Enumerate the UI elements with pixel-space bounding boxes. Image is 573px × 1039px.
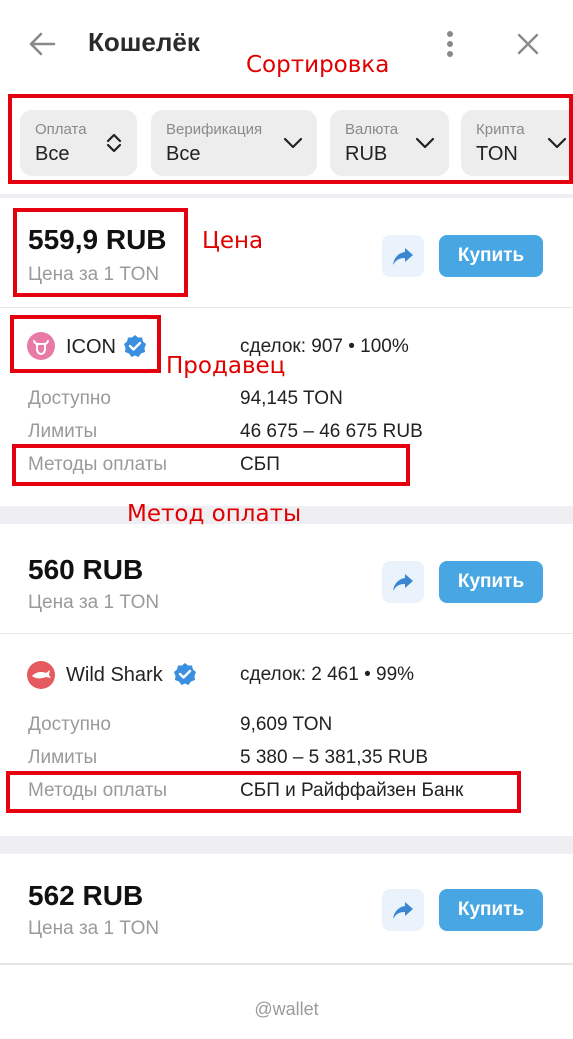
seller-deals-stats: сделок: 2 461 • 99% [240,664,415,685]
share-arrow-icon [393,902,413,919]
annotation-box-payment [6,771,521,813]
offer-price: 562 RUB [28,880,144,911]
back-button[interactable] [26,28,58,60]
footer: @wallet [0,964,573,1039]
close-icon [517,33,539,55]
available-value: 94,145 TON [240,388,343,409]
arrow-left-icon [29,32,56,56]
offer-price-caption: Цена за 1 TON [28,592,160,613]
share-arrow-icon [393,248,413,265]
annotation-price: Цена [202,228,264,254]
limits-value: 46 675 – 46 675 RUB [240,421,423,442]
offer-card-header: 562 RUB Цена за 1 TON Купить [0,854,573,964]
buy-button[interactable]: Купить [439,889,543,931]
verified-badge-icon [174,663,196,685]
page-title: Кошелёк [88,27,200,57]
more-menu-button[interactable] [438,28,462,60]
annotation-box-seller [10,315,161,373]
annotation-box-price [13,208,188,297]
section-divider [0,836,573,854]
shark-icon [32,670,51,679]
offer-price-caption: Цена за 1 TON [28,918,160,939]
available-value: 9,609 TON [240,714,333,735]
limits-label: Лимиты [28,421,98,442]
annotation-payment-method: Метод оплаты [127,501,302,527]
seller-avatar [27,661,55,689]
share-arrow-icon [393,574,413,591]
annotation-box-filters [8,94,573,184]
share-button[interactable] [382,889,424,931]
limits-label: Лимиты [28,747,98,768]
more-vertical-icon [447,31,453,57]
share-button[interactable] [382,235,424,277]
offer-price: 560 RUB [28,554,144,585]
available-label: Доступно [28,388,111,409]
annotation-box-payment [12,444,410,486]
buy-button[interactable]: Купить [439,235,543,277]
seller-name[interactable]: Wild Shark [66,664,163,687]
footer-handle: @wallet [254,999,319,1019]
available-label: Доступно [28,714,111,735]
share-button[interactable] [382,561,424,603]
close-button[interactable] [514,30,542,58]
buy-button[interactable]: Купить [439,561,543,603]
annotation-sort: Сортировка [246,52,390,78]
offer-card-header: 560 RUB Цена за 1 TON Купить [0,524,573,634]
limits-value: 5 380 – 5 381,35 RUB [240,747,429,768]
annotation-seller: Продавец [166,353,286,379]
